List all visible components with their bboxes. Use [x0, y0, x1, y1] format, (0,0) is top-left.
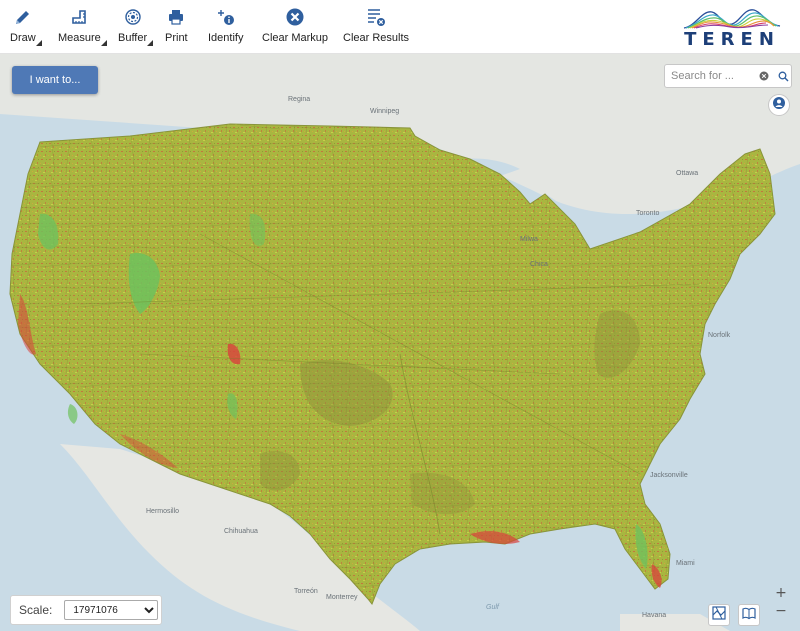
map-label-norfolk: Norfolk [708, 332, 731, 339]
logo-text: TEREN [684, 29, 780, 50]
close-circle-icon[interactable] [757, 69, 771, 83]
locate-user-button[interactable] [768, 94, 790, 116]
draw-tool-button[interactable]: Draw [10, 6, 42, 48]
map-label-havana: Havana [642, 612, 667, 619]
scale-label: Scale: [19, 603, 53, 617]
search-box [664, 64, 792, 88]
buffer-icon [122, 6, 144, 28]
clear-markup-label: Clear Markup [262, 32, 329, 44]
map-label-regina: Regina [288, 96, 311, 103]
map-label-monterrey: Monterrey [326, 594, 358, 601]
identify-icon [215, 6, 237, 28]
zoom-out-button[interactable]: − [772, 603, 790, 619]
buffer-label: Buffer [118, 32, 148, 44]
measure-label: Measure [58, 32, 101, 44]
bookmark-button[interactable] [738, 604, 760, 626]
map-label-chihuahua: Chihuahua [224, 528, 258, 535]
scale-select[interactable]: 17971076 [64, 600, 159, 620]
ruler-icon [68, 6, 90, 28]
clear-markup-icon [284, 6, 306, 28]
buffer-tool-button[interactable]: Buffer [118, 6, 154, 48]
clear-results-icon [365, 6, 387, 28]
dropdown-caret-icon [100, 40, 107, 46]
toolbar: Draw Measure Buffer Print Identify Clear… [0, 0, 800, 54]
identify-tool-button[interactable]: Identify [208, 6, 243, 48]
map-label-jacksonville: Jacksonville [650, 472, 688, 479]
basemap-button[interactable] [708, 604, 730, 626]
map-label-gulf: Gulf [486, 604, 499, 611]
teren-logo: TEREN [682, 4, 782, 50]
map-label-hermosillo: Hermosillo [146, 508, 180, 515]
basemap-icon [712, 605, 726, 625]
map-label-ottawa: Ottawa [676, 170, 699, 177]
logo-waves-graphic [683, 9, 781, 29]
draw-label: Draw [10, 32, 36, 44]
search-icon[interactable] [775, 68, 791, 84]
search-input[interactable] [671, 70, 753, 82]
map-label-toronto: Toronto [636, 210, 660, 217]
basemap [0, 54, 800, 631]
bookmark-icon [742, 606, 756, 625]
scale-control: Scale: 17971076 [10, 595, 162, 625]
identify-label: Identify [208, 32, 244, 44]
printer-icon [165, 6, 187, 28]
map-label-chicago: Chica [530, 261, 548, 268]
measure-tool-button[interactable]: Measure [58, 6, 107, 48]
print-tool-button[interactable]: Print [165, 6, 188, 48]
map-view[interactable]: Regina Winnipeg Ottawa Toronto Milwa Chi… [0, 54, 800, 631]
clear-markup-button[interactable]: Clear Markup [262, 6, 328, 48]
pencil-icon [12, 6, 34, 28]
dropdown-caret-icon [147, 40, 154, 46]
i-want-to-button[interactable]: I want to... [12, 66, 98, 94]
map-label-miami: Miami [676, 560, 695, 567]
dropdown-caret-icon [35, 40, 42, 46]
zoom-in-button[interactable]: + [772, 585, 790, 601]
map-label-torreon: Torreón [294, 588, 318, 595]
clear-results-label: Clear Results [343, 32, 410, 44]
map-label-milwaukee: Milwa [520, 236, 538, 243]
clear-results-button[interactable]: Clear Results [343, 6, 409, 48]
map-label-winnipeg: Winnipeg [370, 108, 400, 115]
print-label: Print [165, 32, 188, 44]
locate-user-icon [772, 96, 786, 115]
